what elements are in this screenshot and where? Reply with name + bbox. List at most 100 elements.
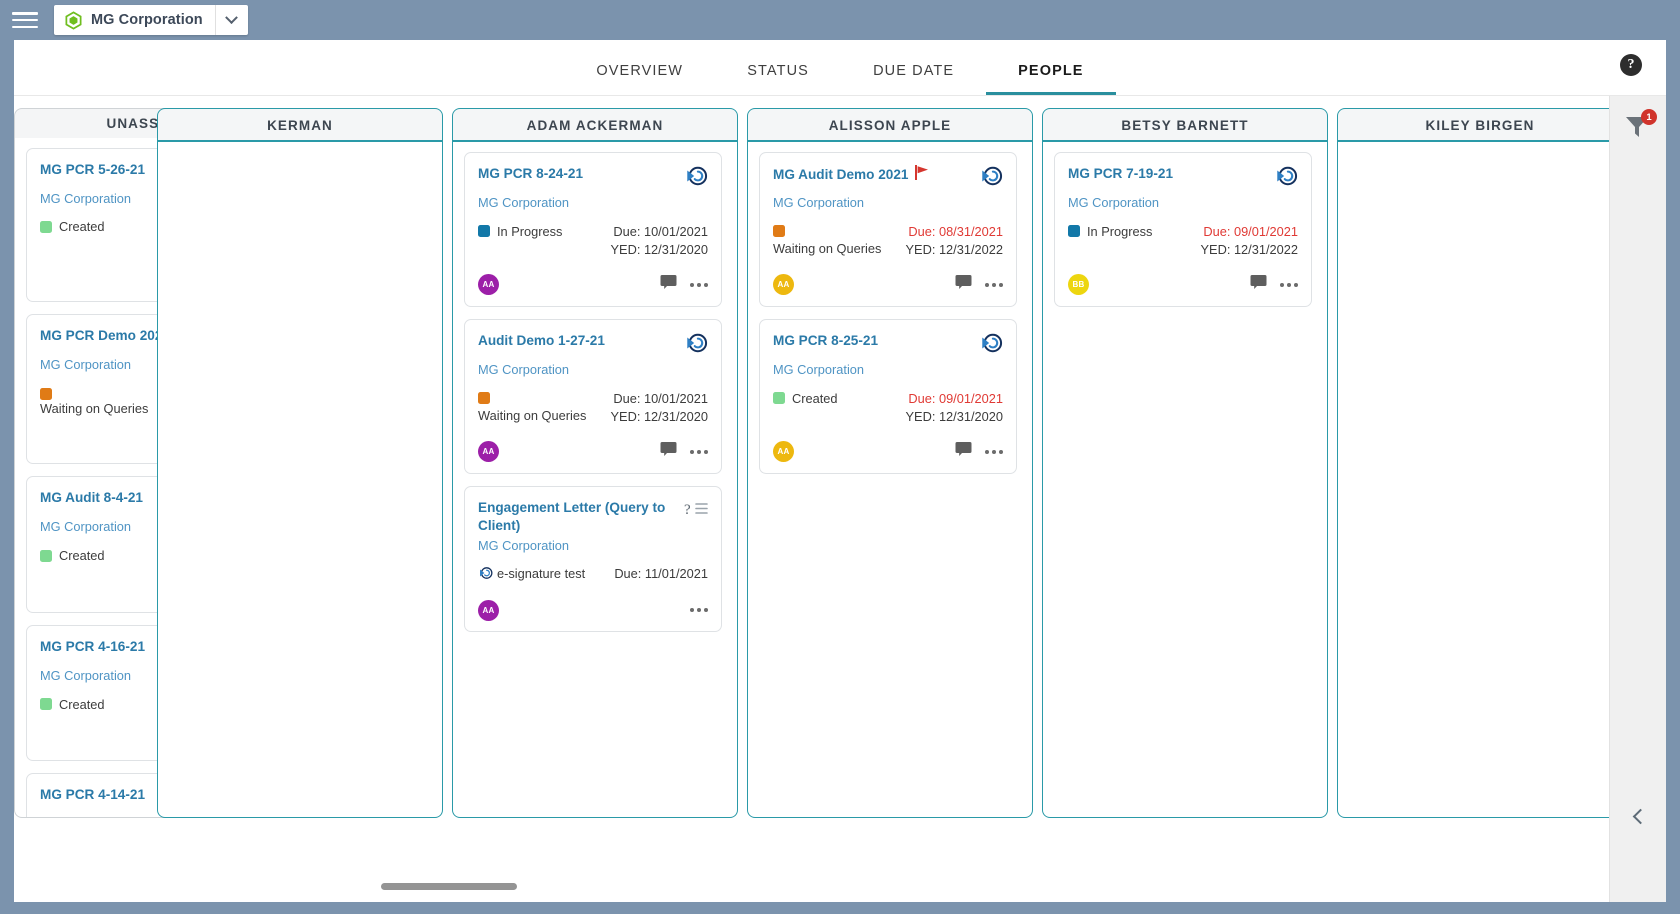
tab-people[interactable]: PEOPLE <box>986 63 1115 95</box>
due-date: Due: 11/01/2021 <box>614 565 708 583</box>
status-color-swatch <box>40 388 52 400</box>
funnel-filter-icon[interactable]: 1 <box>1623 114 1653 142</box>
card-title[interactable]: MG PCR 4-16-21 <box>40 639 145 654</box>
task-card[interactable]: MG PCR 8-24-21MG CorporationIn ProgressD… <box>464 152 722 307</box>
card-title[interactable]: MG PCR 4-14-21 <box>40 787 145 802</box>
organization-chip-main[interactable]: MG Corporation <box>54 5 216 35</box>
card-organization[interactable]: MG Corporation <box>478 361 708 379</box>
task-card[interactable]: Engagement Letter (Query to Client)? MG C… <box>464 486 722 633</box>
more-options-icon[interactable] <box>1280 280 1298 290</box>
card-title[interactable]: MG PCR 8-25-21 <box>773 333 878 348</box>
column-header[interactable]: KILEY BIRGEN <box>1337 108 1623 142</box>
card-footer: AA <box>773 274 1003 296</box>
more-options-icon[interactable] <box>690 447 708 457</box>
play-circle-logo-icon[interactable] <box>979 165 1003 192</box>
card-meta: e-signature testDue: 11/01/2021 <box>478 565 708 585</box>
horizontal-scrollbar-thumb[interactable] <box>381 883 517 890</box>
comment-bubble-icon[interactable] <box>955 274 972 295</box>
card-meta: Waiting on QueriesDue: 08/31/2021YED: 12… <box>773 223 1003 260</box>
play-circle-logo-icon[interactable] <box>684 165 708 192</box>
card-title[interactable]: Engagement Letter (Query to Client) <box>478 500 665 533</box>
status-label: Created <box>59 218 105 236</box>
help-icon[interactable]: ? <box>1620 54 1642 76</box>
avatar[interactable]: AA <box>478 274 499 295</box>
play-circle-logo-icon[interactable] <box>979 332 1003 359</box>
card-title[interactable]: MG Audit 8-4-21 <box>40 490 143 505</box>
horizontal-scrollbar-track[interactable] <box>14 882 1609 892</box>
card-title-wrap: MG PCR 7-19-21 <box>1068 165 1268 183</box>
task-card[interactable]: Audit Demo 1-27-21 MG Corporation Waiting … <box>464 319 722 474</box>
task-card[interactable]: MG PCR 7-19-21 MG Corporation In ProgressD… <box>1054 152 1312 307</box>
column-title: ADAM ACKERMAN <box>527 118 664 133</box>
play-circle-logo-icon[interactable] <box>1274 165 1298 192</box>
collapse-panel-button[interactable] <box>1618 796 1658 836</box>
more-options-icon[interactable] <box>985 280 1003 290</box>
card-footer-icons <box>690 605 708 615</box>
card-title-wrap: Audit Demo 1-27-21 <box>478 332 678 350</box>
play-circle-logo-icon <box>478 565 497 585</box>
column-card-list <box>169 152 431 817</box>
comment-bubble-icon[interactable] <box>660 441 677 462</box>
column-title: BETSY BARNETT <box>1121 118 1248 133</box>
svg-text:?: ? <box>684 502 691 518</box>
card-title[interactable]: MG PCR Demo 2021 <box>40 328 170 343</box>
column-header[interactable]: BETSY BARNETT <box>1042 108 1328 142</box>
column-header[interactable]: ALISSON APPLE <box>747 108 1033 142</box>
question-list-icon[interactable]: ? <box>684 499 708 526</box>
column-card-list: MG PCR 8-24-21 MG Corporation In Progress D… <box>464 152 726 817</box>
status-color-swatch <box>40 698 52 710</box>
organization-name: MG Corporation <box>91 12 203 28</box>
card-title[interactable]: Audit Demo 1-27-21 <box>478 333 605 348</box>
comment-bubble-icon[interactable] <box>1250 274 1267 295</box>
status-color-swatch <box>478 392 490 404</box>
comment-bubble-icon[interactable] <box>660 274 677 295</box>
avatar[interactable]: BB <box>1068 274 1089 295</box>
card-organization[interactable]: MG Corporation <box>773 361 1003 379</box>
tab-overview[interactable]: OVERVIEW <box>564 63 715 95</box>
card-title[interactable]: MG Audit Demo 2021 <box>773 167 908 182</box>
more-options-icon[interactable] <box>985 447 1003 457</box>
hamburger-menu-icon[interactable] <box>12 10 38 30</box>
card-organization[interactable]: MG Corporation <box>478 537 708 555</box>
card-title[interactable]: MG PCR 5-26-21 <box>40 162 145 177</box>
organization-selector[interactable]: MG Corporation <box>54 5 248 35</box>
more-options-icon[interactable] <box>690 605 708 615</box>
card-meta: Waiting on QueriesDue: 10/01/2021YED: 12… <box>478 390 708 427</box>
card-organization[interactable]: MG Corporation <box>1068 194 1298 212</box>
status-color-swatch <box>40 221 52 233</box>
tab-status[interactable]: STATUS <box>715 63 841 95</box>
card-meta: CreatedDue: 09/01/2021YED: 12/31/2020 <box>773 390 1003 427</box>
due-date: Due: 08/31/2021 <box>906 223 1003 241</box>
status-label: In Progress <box>497 223 562 241</box>
kanban-column: BETSY BARNETT MG PCR 7-19-21 MG Corporatio… <box>1042 108 1328 818</box>
tab-due-date[interactable]: DUE DATE <box>841 63 986 95</box>
play-circle-logo-icon[interactable] <box>684 332 708 359</box>
card-organization[interactable]: MG Corporation <box>773 194 1003 212</box>
year-end-date: YED: 12/31/2020 <box>611 408 708 426</box>
avatar[interactable]: AA <box>478 441 499 462</box>
card-dates: Due: 09/01/2021YED: 12/31/2022 <box>1201 223 1298 260</box>
task-card[interactable]: MG PCR 8-25-21 MG Corporation CreatedDue: … <box>759 319 1017 474</box>
card-header: MG Audit Demo 2021 <box>773 165 1003 192</box>
card-footer: AA <box>478 599 708 621</box>
avatar[interactable]: AA <box>478 600 499 621</box>
comment-bubble-icon[interactable] <box>955 441 972 462</box>
content-panel: OVERVIEW STATUS DUE DATE PEOPLE ? UNASSI… <box>14 40 1666 902</box>
avatar[interactable]: AA <box>773 274 794 295</box>
column-card-list: MG PCR 7-19-21 MG Corporation In ProgressD… <box>1054 152 1316 817</box>
chevron-down-icon[interactable] <box>216 5 248 35</box>
card-title[interactable]: MG PCR 7-19-21 <box>1068 166 1173 181</box>
more-options-icon[interactable] <box>690 280 708 290</box>
avatar[interactable]: AA <box>773 441 794 462</box>
card-title[interactable]: MG PCR 8-24-21 <box>478 166 583 181</box>
card-organization[interactable]: MG Corporation <box>478 194 708 212</box>
column-header[interactable]: ADAM ACKERMAN <box>452 108 738 142</box>
status-label: Created <box>792 390 838 408</box>
task-card[interactable]: MG Audit Demo 2021 MG Corporation Waiting … <box>759 152 1017 307</box>
status-label: Created <box>59 696 105 714</box>
card-dates: Due: 08/31/2021YED: 12/31/2022 <box>906 223 1003 260</box>
card-meta: In ProgressDue: 09/01/2021YED: 12/31/202… <box>1068 223 1298 260</box>
due-date: Due: 09/01/2021 <box>1201 223 1298 241</box>
column-body: MG PCR 7-19-21 MG Corporation In ProgressD… <box>1042 142 1328 818</box>
column-header[interactable]: KERMAN <box>157 108 443 142</box>
